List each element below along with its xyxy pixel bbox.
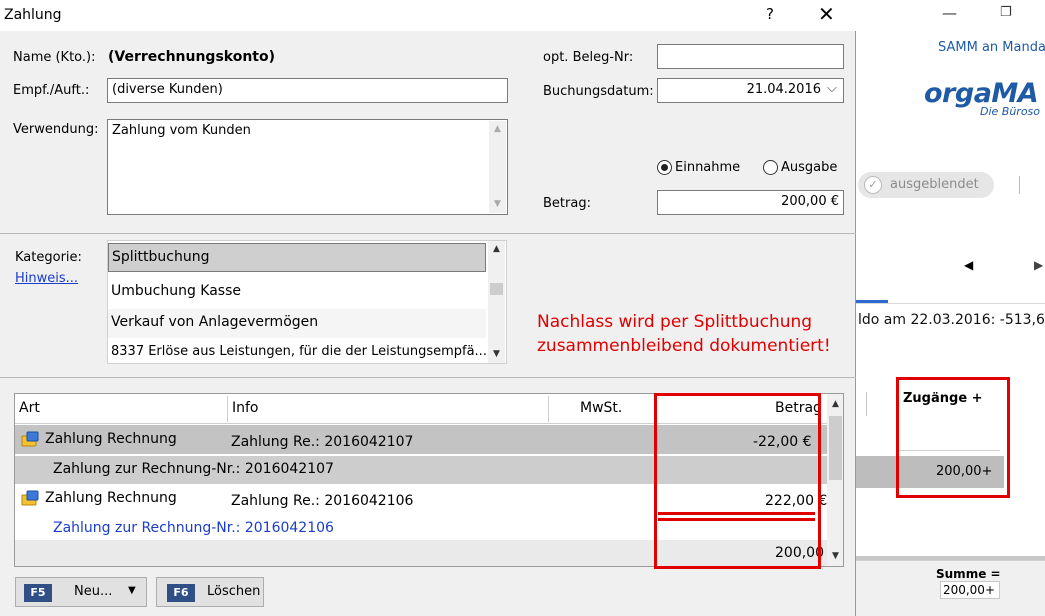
row-sub: Zahlung zur Rechnung-Nr.: 2016042107 — [53, 461, 334, 477]
einnahme-radio[interactable] — [657, 160, 672, 175]
column-header-mwst[interactable]: MwSt. — [580, 400, 622, 416]
check-icon: ✓ — [864, 176, 882, 194]
row-art: Zahlung Rechnung — [45, 431, 177, 447]
row-art: Zahlung Rechnung — [45, 490, 177, 506]
datum-label: Buchungsdatum: — [543, 84, 654, 99]
column-separator — [227, 396, 228, 422]
section-divider — [0, 233, 856, 234]
delete-button-label: Löschen — [207, 584, 261, 599]
list-item[interactable]: Splittbuchung — [108, 243, 486, 272]
column-separator — [548, 396, 549, 422]
payment-icon — [21, 431, 39, 447]
restore-icon[interactable]: ❐ — [1000, 5, 1012, 20]
list-item[interactable]: Verkauf von Anlagevermögen — [108, 309, 486, 338]
verwendung-label: Verwendung: — [13, 122, 99, 137]
ausgabe-label[interactable]: Ausgabe — [781, 160, 837, 175]
tab-divider — [856, 303, 1045, 304]
hinweis-link[interactable]: Hinweis... — [15, 271, 78, 286]
row-info: Zahlung Re.: 2016042107 — [231, 434, 414, 450]
minimize-icon[interactable]: — — [942, 4, 957, 22]
beleg-field[interactable] — [657, 44, 844, 69]
summe-label: Summe = — [936, 567, 1001, 581]
name-label: Name (Kto.): — [13, 50, 96, 65]
annotation-box-zugaenge — [896, 377, 1010, 498]
scroll-up-icon[interactable]: ▲ — [827, 396, 843, 413]
background-app-window: — ❐ SAMM an Manda orgaMA Die Büroso ✓ au… — [856, 0, 1045, 616]
title-bar: Zahlung ? ✕ — [0, 0, 856, 31]
annotation-underline-1 — [658, 512, 815, 515]
chevron-down-icon[interactable]: ⌵ — [827, 81, 837, 96]
grid-scrollbar[interactable]: ▲ ▼ — [827, 394, 843, 566]
datum-field[interactable]: 21.04.2016 — [657, 78, 844, 103]
list-item[interactable]: 8337 Erlöse aus Leistungen, für die der … — [108, 339, 486, 368]
empf-label: Empf./Auft.: — [13, 83, 90, 98]
new-button-label: Neu... — [74, 584, 113, 599]
verwendung-textarea[interactable]: Zahlung vom Kunden — [107, 119, 508, 215]
name-value: (Verrechnungskonto) — [108, 49, 276, 65]
column-separator — [866, 392, 867, 416]
annotation-line-2: zusammenbleibend dokumentiert! — [537, 336, 831, 356]
category-scrollbar[interactable]: ▲ ▼ — [488, 241, 505, 363]
payment-icon — [21, 490, 39, 506]
toggle-label: ausgeblendet — [890, 177, 979, 192]
summe-value: 200,00+ — [940, 581, 1000, 599]
kategorie-label: Kategorie: — [15, 250, 82, 265]
key-badge-f6: F6 — [167, 584, 195, 602]
ausgabe-radio[interactable] — [763, 160, 778, 175]
close-button[interactable]: ✕ — [818, 2, 835, 26]
section-divider — [0, 377, 856, 378]
scroll-thumb[interactable] — [490, 283, 503, 295]
verwendung-scrollbar[interactable]: ▲ ▼ — [489, 121, 506, 213]
annotation-line-1: Nachlass wird per Splittbuchung — [537, 312, 813, 332]
column-header-info[interactable]: Info — [232, 400, 259, 416]
arrow-right-icon[interactable]: ▶ — [1034, 258, 1043, 272]
scroll-up-icon[interactable]: ▲ — [489, 121, 506, 138]
row-sub-link[interactable]: Zahlung zur Rechnung-Nr.: 2016042106 — [53, 520, 334, 536]
list-item[interactable]: Umbuchung Kasse — [108, 278, 486, 307]
key-badge-f5: F5 — [24, 584, 52, 602]
annotation-box-betrag — [654, 393, 821, 569]
column-header-art[interactable]: Art — [19, 400, 40, 416]
scroll-down-icon[interactable]: ▼ — [488, 346, 505, 363]
saldo-text: ldo am 22.03.2016: -513,6 — [858, 312, 1045, 328]
dropdown-arrow-icon[interactable]: ▼ — [128, 585, 136, 596]
toolbar-separator — [1019, 176, 1020, 194]
beleg-label: opt. Beleg-Nr: — [543, 50, 634, 65]
scroll-down-icon[interactable]: ▼ — [827, 548, 843, 565]
scroll-up-icon[interactable]: ▲ — [488, 241, 505, 258]
background-link[interactable]: SAMM an Manda — [938, 40, 1045, 55]
payment-dialog: Zahlung ? ✕ Name (Kto.): (Verrechnungsko… — [0, 0, 856, 616]
category-list[interactable]: Splittbuchung Umbuchung Kasse Verkauf vo… — [107, 240, 507, 364]
new-button[interactable]: F5 Neu... ▼ — [15, 577, 147, 607]
help-button[interactable]: ? — [766, 5, 774, 23]
annotation-underline-2 — [658, 518, 815, 521]
einnahme-label[interactable]: Einnahme — [675, 160, 740, 175]
scroll-down-icon[interactable]: ▼ — [489, 196, 506, 213]
verwendung-text: Zahlung vom Kunden — [112, 123, 251, 138]
logo-subtitle: Die Büroso — [980, 105, 1041, 118]
delete-button[interactable]: F6 Löschen — [156, 577, 264, 607]
hidden-toggle-button[interactable]: ✓ ausgeblendet — [858, 172, 994, 198]
dialog-title: Zahlung — [4, 7, 62, 23]
betrag-field[interactable]: 200,00 € — [657, 190, 844, 215]
scroll-thumb[interactable] — [829, 416, 842, 480]
arrow-left-icon[interactable]: ◀ — [964, 258, 973, 272]
betrag-label: Betrag: — [543, 196, 591, 211]
annotation-text: Nachlass wird per Splittbuchung zusammen… — [537, 310, 831, 358]
row-info: Zahlung Re.: 2016042106 — [231, 493, 414, 509]
empf-field[interactable]: (diverse Kunden) — [107, 78, 508, 103]
